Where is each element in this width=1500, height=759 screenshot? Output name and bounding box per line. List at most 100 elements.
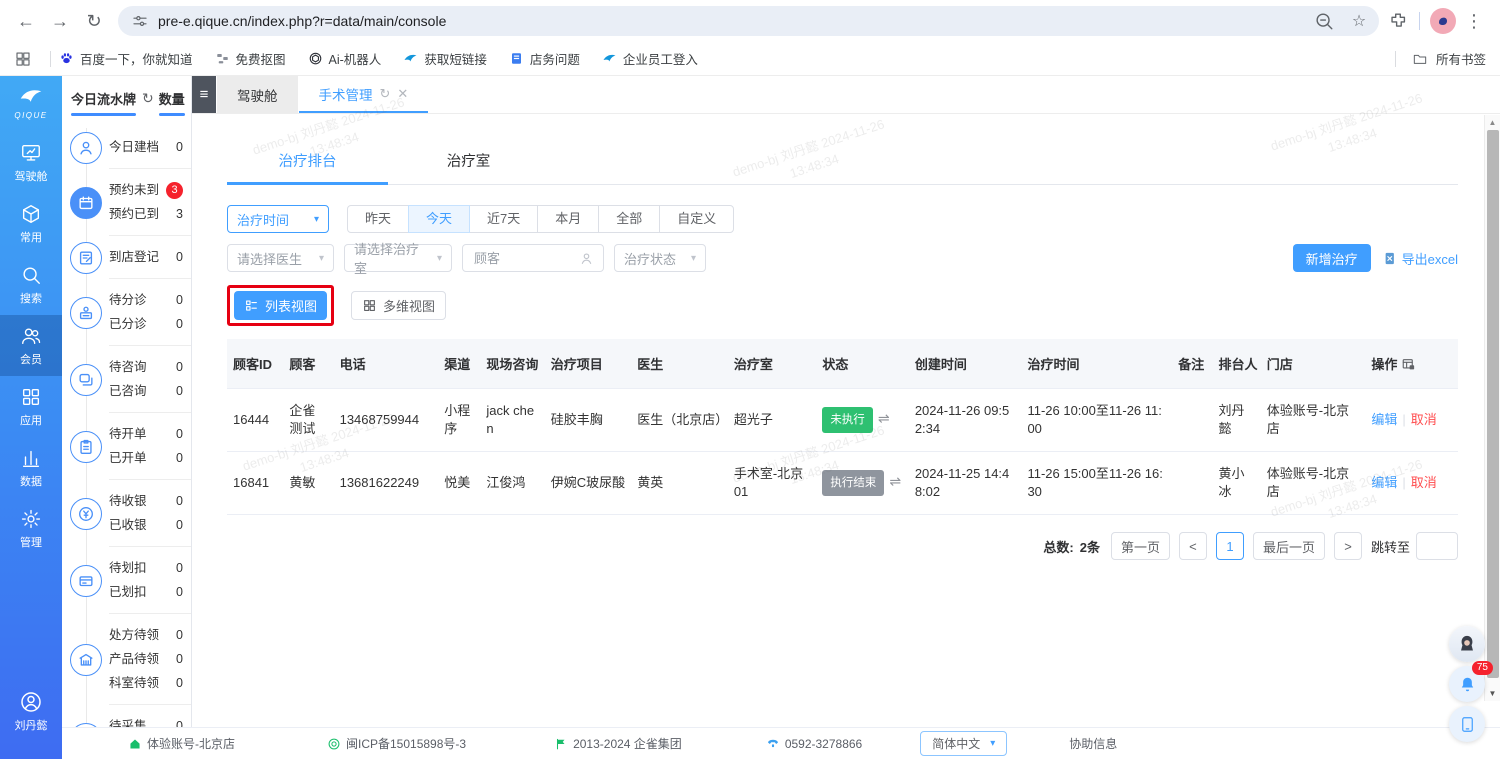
sidebar-item-label: 管理	[20, 534, 42, 550]
all-bookmarks[interactable]: 所有书签	[1387, 49, 1486, 68]
register-icon	[70, 242, 102, 274]
swap-status-icon[interactable]: ⇌	[889, 473, 901, 489]
customer-search-field[interactable]	[462, 244, 604, 272]
sidebar-item-管理[interactable]: 管理	[0, 498, 62, 559]
last-page-button[interactable]: 最后一页	[1253, 532, 1325, 560]
profile-avatar[interactable]	[1430, 8, 1456, 34]
menu-icon[interactable]: ⋮	[1458, 5, 1490, 37]
flow-stat-row[interactable]: 预约已到3	[109, 202, 191, 226]
zoom-icon[interactable]	[1313, 10, 1335, 32]
cell-scheduler: 黄小冰	[1213, 452, 1261, 515]
footer-help-link[interactable]: 协助信息	[1069, 735, 1117, 752]
sidebar-item-驾驶舱[interactable]: 驾驶舱	[0, 132, 62, 193]
extensions-icon[interactable]	[1387, 10, 1409, 32]
list-view-button[interactable]: 列表视图	[234, 291, 327, 320]
sidebar-item-会员[interactable]: 会员	[0, 315, 62, 376]
flow-stat-row[interactable]: 科室待领0	[109, 671, 191, 695]
export-excel-button[interactable]: 导出excel	[1383, 249, 1458, 268]
flow-stat-row[interactable]: 到店登记0	[109, 245, 191, 269]
range-button-全部[interactable]: 全部	[598, 205, 660, 233]
sidebar-item-数据[interactable]: 数据	[0, 437, 62, 498]
flow-stat-row[interactable]: 预约未到3	[109, 178, 191, 202]
flow-stat-row[interactable]: 待采集0	[109, 714, 191, 727]
footer-phone: 0592-3278866	[766, 737, 862, 751]
doctor-select[interactable]: 请选择医生 ▾	[227, 244, 334, 272]
bookmark-item[interactable]: 店务问题	[509, 49, 580, 68]
flow-stat-row[interactable]: 今日建档0	[109, 135, 191, 159]
flow-stat-row[interactable]: 待咨询0	[109, 355, 191, 379]
bell-icon	[1458, 675, 1477, 694]
sidebar-user[interactable]: 刘丹懿	[15, 690, 48, 759]
bookmark-item[interactable]: 获取短链接	[403, 49, 487, 68]
sidebar-item-应用[interactable]: 应用	[0, 376, 62, 437]
apps-grid-icon[interactable]	[14, 50, 32, 68]
bookmark-item[interactable]: 免费抠图	[215, 49, 286, 68]
back-button[interactable]: ←	[10, 5, 42, 37]
scroll-up-arrow[interactable]: ▲	[1485, 118, 1500, 127]
sidebar-item-常用[interactable]: 常用	[0, 193, 62, 254]
range-button-本月[interactable]: 本月	[537, 205, 599, 233]
window-tab-手术管理[interactable]: 手术管理↻✕	[299, 76, 429, 113]
site-settings-icon[interactable]	[132, 13, 148, 29]
refresh-icon[interactable]: ↻	[142, 90, 154, 107]
flow-stat-row[interactable]: 已开单0	[109, 446, 191, 470]
flow-stat-row[interactable]: 处方待领0	[109, 623, 191, 647]
flow-stat-row[interactable]: 待开单0	[109, 422, 191, 446]
range-button-今天[interactable]: 今天	[408, 205, 470, 233]
jump-page-input[interactable]	[1416, 532, 1458, 560]
tab-治疗排台[interactable]: 治疗排台	[227, 140, 388, 184]
column-settings-icon[interactable]	[1401, 357, 1416, 372]
collapse-menu-icon[interactable]: ≡	[192, 76, 216, 113]
flow-stat-row[interactable]: 待收银0	[109, 489, 191, 513]
qique-logo[interactable]: QIQUE	[14, 84, 47, 120]
customer-search-input[interactable]	[472, 250, 579, 267]
flow-stat-row[interactable]: 已划扣0	[109, 580, 191, 604]
range-button-自定义[interactable]: 自定义	[659, 205, 734, 233]
treatment-time-select[interactable]: 治疗时间 ▾	[227, 205, 329, 233]
swap-status-icon[interactable]: ⇌	[878, 410, 890, 426]
add-treatment-button[interactable]: 新增治疗	[1293, 244, 1371, 272]
bookmark-item[interactable]: 百度一下，你就知道	[59, 49, 193, 68]
range-button-近7天[interactable]: 近7天	[469, 205, 538, 233]
mobile-widget[interactable]	[1449, 706, 1485, 742]
cancel-link[interactable]: 取消	[1411, 412, 1437, 427]
assistant-widget[interactable]	[1449, 626, 1485, 662]
sidebar-item-搜索[interactable]: 搜索	[0, 254, 62, 315]
flow-stat-row[interactable]: 待划扣0	[109, 556, 191, 580]
flow-stat-row[interactable]: 产品待领0	[109, 647, 191, 671]
bookmark-star-icon[interactable]: ☆	[1345, 7, 1373, 35]
flow-group: 待收银0已收银0	[62, 480, 191, 547]
flow-stat-row[interactable]: 已咨询0	[109, 379, 191, 403]
bookmark-item[interactable]: 企业员工登入	[602, 49, 698, 68]
scrollbar[interactable]: ▲ ▼	[1484, 115, 1500, 701]
first-page-button[interactable]: 第一页	[1111, 532, 1170, 560]
language-select[interactable]: 简体中文 ▾	[920, 731, 1007, 756]
cancel-link[interactable]: 取消	[1411, 475, 1437, 490]
edit-link[interactable]: 编辑	[1371, 475, 1397, 490]
tab-close-icon[interactable]: ✕	[397, 86, 408, 102]
address-bar[interactable]: pre-e.qique.cn/index.php?r=data/main/con…	[118, 6, 1379, 36]
tab-治疗室[interactable]: 治疗室	[388, 140, 549, 184]
notification-widget[interactable]: 75	[1449, 666, 1485, 702]
multi-view-button[interactable]: 多维视图	[351, 291, 446, 320]
bookmark-item[interactable]: Ai-机器人	[308, 49, 382, 68]
window-tab-驾驶舱[interactable]: 驾驶舱	[217, 76, 298, 113]
flow-stat-row[interactable]: 已分诊0	[109, 312, 191, 336]
next-page-button[interactable]: >	[1334, 532, 1362, 560]
flow-stat-row[interactable]: 已收银0	[109, 513, 191, 537]
flow-title: 今日流水牌	[71, 89, 136, 108]
scrollbar-thumb[interactable]	[1487, 130, 1499, 678]
scroll-down-arrow[interactable]: ▼	[1485, 689, 1500, 698]
prev-page-button[interactable]: <	[1179, 532, 1207, 560]
flow-stat-row[interactable]: 待分诊0	[109, 288, 191, 312]
current-page-button[interactable]: 1	[1216, 532, 1244, 560]
status-select[interactable]: 治疗状态 ▾	[614, 244, 706, 272]
range-button-昨天[interactable]: 昨天	[347, 205, 409, 233]
room-select[interactable]: 请选择治疗室 ▾	[344, 244, 452, 272]
edit-link[interactable]: 编辑	[1371, 412, 1397, 427]
reload-button[interactable]: ↻	[78, 5, 110, 37]
forward-button[interactable]: →	[44, 5, 76, 37]
flow-stat-label: 已划扣	[109, 583, 147, 601]
tab-refresh-icon[interactable]: ↻	[380, 86, 391, 102]
logo-text: QIQUE	[14, 111, 47, 120]
